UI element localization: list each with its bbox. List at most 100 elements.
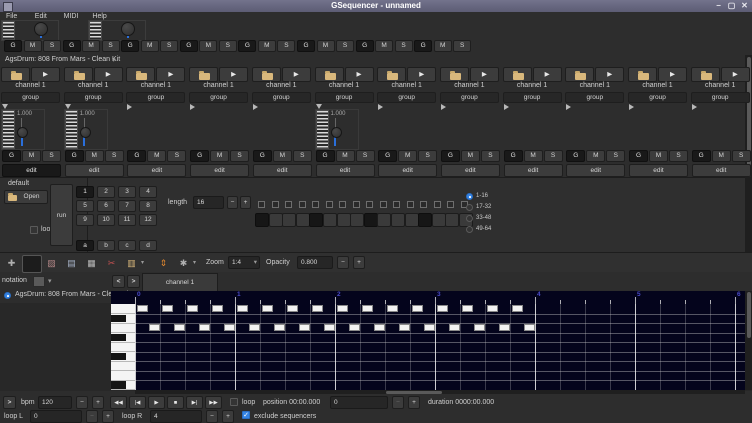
- pattern-pad-15-button[interactable]: [445, 213, 459, 227]
- offset-33-48-radio[interactable]: [466, 215, 473, 222]
- note[interactable]: [174, 324, 185, 331]
- note[interactable]: [324, 324, 335, 331]
- note[interactable]: [237, 305, 248, 312]
- eraser-icon[interactable]: ▨: [44, 256, 59, 270]
- edit-5-button[interactable]: edit: [253, 164, 312, 177]
- output-4-s-button[interactable]: S: [219, 40, 237, 52]
- menu-midi[interactable]: MIDI: [62, 12, 81, 21]
- maximize-button[interactable]: ▢: [726, 1, 737, 11]
- left-knob-dial[interactable]: [34, 22, 48, 36]
- input-1-m-button[interactable]: M: [22, 150, 41, 162]
- channel-10-group-button[interactable]: group: [565, 92, 624, 103]
- input-9-m-button[interactable]: M: [524, 150, 543, 162]
- expander-closed-icon[interactable]: [566, 104, 571, 110]
- pattern-index-9-button[interactable]: 9: [76, 214, 94, 226]
- input-2-m-button[interactable]: M: [85, 150, 104, 162]
- machine-radio[interactable]: [4, 292, 11, 299]
- run-button[interactable]: run: [50, 184, 73, 246]
- output-2-s-button[interactable]: S: [102, 40, 120, 52]
- right-knob-dial[interactable]: [121, 22, 135, 36]
- channel-9-open-button[interactable]: [503, 67, 532, 82]
- channel-6-play-button[interactable]: ▶: [345, 67, 374, 82]
- note[interactable]: [387, 305, 398, 312]
- pattern-pad-8-button[interactable]: [350, 213, 364, 227]
- input-3-s-button[interactable]: S: [167, 150, 186, 162]
- output-5-s-button[interactable]: S: [277, 40, 295, 52]
- channel-3-open-button[interactable]: [126, 67, 155, 82]
- note[interactable]: [499, 324, 510, 331]
- length-value[interactable]: 16: [193, 196, 224, 209]
- chevron-down-icon[interactable]: ▾: [112, 56, 116, 64]
- expander-closed-icon[interactable]: [253, 104, 258, 110]
- input-10-g-button[interactable]: G: [566, 150, 585, 162]
- input-1-g-button[interactable]: G: [2, 150, 21, 162]
- line-1-volume-slider[interactable]: [17, 127, 28, 138]
- pattern-index-2-button[interactable]: 2: [97, 186, 115, 198]
- expander-closed-icon[interactable]: [378, 104, 383, 110]
- expander-closed-icon[interactable]: [127, 104, 132, 110]
- edit-2-button[interactable]: edit: [65, 164, 124, 177]
- pattern-index-3-button[interactable]: 3: [118, 186, 136, 198]
- note[interactable]: [299, 324, 310, 331]
- opacity-value[interactable]: 0.800: [297, 256, 333, 269]
- pattern-bank-c-button[interactable]: c: [118, 240, 136, 251]
- position-minus-button[interactable]: −: [392, 396, 404, 409]
- channel-10-play-button[interactable]: ▶: [595, 67, 624, 82]
- output-4-g-button[interactable]: G: [180, 40, 198, 52]
- expander-closed-icon[interactable]: [504, 104, 509, 110]
- loop-r-value[interactable]: 4: [150, 410, 202, 423]
- input-5-s-button[interactable]: S: [293, 150, 312, 162]
- pattern-index-12-button[interactable]: 12: [139, 214, 157, 226]
- input-12-s-button[interactable]: S: [732, 150, 751, 162]
- output-5-g-button[interactable]: G: [238, 40, 256, 52]
- pattern-pad-6-button[interactable]: [323, 213, 337, 227]
- edit-6-button[interactable]: edit: [316, 164, 375, 177]
- channel-1-open-button[interactable]: [1, 67, 30, 82]
- pattern-pad-7-button[interactable]: [337, 213, 351, 227]
- note[interactable]: [312, 305, 323, 312]
- pattern-loop-checkbox[interactable]: [30, 226, 38, 234]
- channel-11-group-button[interactable]: group: [628, 92, 687, 103]
- input-9-g-button[interactable]: G: [504, 150, 523, 162]
- expander-closed-icon[interactable]: [692, 104, 697, 110]
- input-10-m-button[interactable]: M: [586, 150, 605, 162]
- output-5-m-button[interactable]: M: [258, 40, 276, 52]
- input-11-s-button[interactable]: S: [669, 150, 688, 162]
- machine-selector[interactable]: AgsDrum: 808 From Mars - Clean Kit: [5, 56, 120, 63]
- rewind-button[interactable]: ◀◀: [110, 396, 127, 409]
- input-2-s-button[interactable]: S: [105, 150, 124, 162]
- pattern-pad-4-button[interactable]: [296, 213, 310, 227]
- channel-12-group-button[interactable]: group: [691, 92, 750, 103]
- zoom-dropdown[interactable]: 1:4 ▾: [228, 256, 260, 269]
- note[interactable]: [187, 305, 198, 312]
- pattern-pad-1-button[interactable]: [255, 213, 269, 227]
- pattern-index-10-button[interactable]: 10: [97, 214, 115, 226]
- input-2-g-button[interactable]: G: [65, 150, 84, 162]
- output-1-m-button[interactable]: M: [24, 40, 42, 52]
- chevron-down-icon[interactable]: ▾: [141, 259, 144, 266]
- input-1-s-button[interactable]: S: [42, 150, 61, 162]
- piano-black-key[interactable]: [111, 353, 126, 361]
- length-minus-button[interactable]: −: [227, 196, 238, 209]
- title-bar[interactable]: GSequencer - unnamed − ▢ ✕: [0, 0, 752, 12]
- channel-4-open-button[interactable]: [189, 67, 218, 82]
- output-4-m-button[interactable]: M: [199, 40, 217, 52]
- forward-button[interactable]: ▶▶: [205, 396, 222, 409]
- channel-10-open-button[interactable]: [565, 67, 594, 82]
- pattern-index-7-button[interactable]: 7: [118, 200, 136, 212]
- output-3-m-button[interactable]: M: [141, 40, 159, 52]
- exclude-sequencers-checkbox[interactable]: ✓: [242, 411, 250, 419]
- offset-1-16-radio[interactable]: [466, 193, 473, 200]
- nav-prev-button[interactable]: <: [112, 275, 125, 288]
- next-button[interactable]: ▶|: [186, 396, 203, 409]
- channel-6-group-button[interactable]: group: [315, 92, 374, 103]
- window-icon[interactable]: [3, 2, 13, 12]
- channel-7-group-button[interactable]: group: [377, 92, 436, 103]
- channel-8-play-button[interactable]: ▶: [470, 67, 499, 82]
- channel-7-open-button[interactable]: [377, 67, 406, 82]
- input-10-s-button[interactable]: S: [606, 150, 625, 162]
- opacity-plus-button[interactable]: +: [353, 256, 365, 269]
- input-3-g-button[interactable]: G: [127, 150, 146, 162]
- open-button[interactable]: Open: [4, 190, 48, 204]
- output-1-s-button[interactable]: S: [43, 40, 61, 52]
